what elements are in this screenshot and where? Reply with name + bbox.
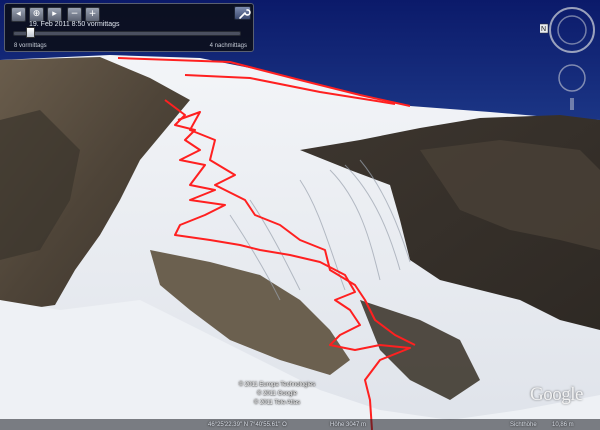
move-joystick[interactable]	[558, 64, 586, 92]
elevation-readout: Höhe 3047 m	[330, 422, 367, 428]
credit-line: © 2011 Tele Atlas	[253, 400, 301, 406]
look-joystick[interactable]	[549, 7, 595, 53]
north-button[interactable]: N	[540, 23, 549, 34]
settings-wrench-icon[interactable]	[234, 6, 251, 20]
time-range-start-label: 8 vormittags	[14, 43, 47, 49]
step-back-button[interactable]: ◂	[11, 7, 26, 22]
eye-altitude-value: 10,86 m	[552, 422, 574, 428]
status-bar: 46°25'22.39" N 7°40'55.61" O Höhe 3047 m…	[0, 420, 600, 430]
time-slider-track[interactable]	[13, 31, 241, 36]
zoom-slider[interactable]	[570, 98, 574, 110]
map-credits: © 2011 Europa Technologies © 2011 Google…	[222, 381, 332, 408]
time-slider-panel: ◂ ⊕ ▸ − + 19. Feb 2011 8:50 vormittags 8…	[4, 3, 254, 52]
zoom-out-time-button[interactable]: −	[67, 7, 82, 22]
terrain-3d-view[interactable]	[0, 0, 600, 430]
animation-options-button[interactable]: ⊕	[29, 7, 44, 22]
credit-line: © 2011 Google	[256, 391, 297, 397]
time-range-end-label: 4 nachmittags	[209, 43, 247, 49]
step-forward-button[interactable]: ▸	[47, 7, 62, 22]
credit-line: © 2011 Europa Technologies	[238, 382, 316, 388]
map-viewport[interactable]: ◂ ⊕ ▸ − + 19. Feb 2011 8:50 vormittags 8…	[0, 0, 600, 430]
time-slider-thumb[interactable]	[26, 27, 36, 38]
google-logo: Google	[530, 384, 583, 405]
svg-text:N: N	[541, 26, 546, 33]
coordinates-readout: 46°25'22.39" N 7°40'55.61" O	[208, 422, 287, 428]
zoom-in-time-button[interactable]: +	[85, 7, 100, 22]
eye-altitude-label: Sichthöhe	[510, 422, 537, 428]
current-time-label: 19. Feb 2011 8:50 vormittags	[29, 21, 120, 28]
navigation-controls: N	[540, 0, 600, 110]
